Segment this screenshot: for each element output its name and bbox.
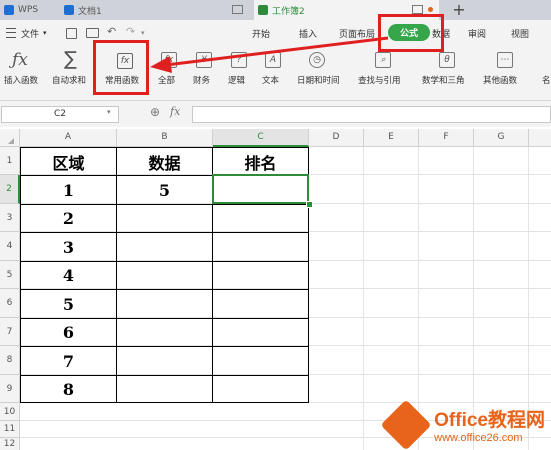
row-header-3[interactable]: 3 <box>0 204 20 232</box>
row-header-5[interactable]: 5 <box>0 261 20 289</box>
header-cell-region[interactable]: 区域 <box>21 148 117 176</box>
insert-function-button[interactable]: 插入函数 <box>4 74 38 86</box>
redo-icon[interactable]: ↷ <box>126 25 135 38</box>
table-cell[interactable] <box>117 319 213 347</box>
menu-tab-view[interactable]: 视图 <box>511 27 529 40</box>
new-tab-button[interactable]: + <box>450 0 468 20</box>
window-icon[interactable] <box>232 5 243 14</box>
column-header-D[interactable]: D <box>309 129 364 147</box>
name-box-chevron-icon[interactable]: ▾ <box>107 108 111 116</box>
table-cell[interactable] <box>117 205 213 233</box>
menu-tab-review[interactable]: 审阅 <box>468 27 486 40</box>
table-cell[interactable] <box>213 233 309 262</box>
fx-icon: ƒx <box>12 50 28 70</box>
column-header-G[interactable]: G <box>474 129 529 147</box>
table-cell[interactable] <box>117 233 213 262</box>
gridline <box>363 147 364 450</box>
tab-label: 工作簿2 <box>272 6 305 17</box>
watermark-url: www.office26.com <box>434 432 523 444</box>
title-bar: WPS 文档1 工作簿2 + <box>0 0 551 20</box>
fx-button[interactable]: fx <box>170 105 180 118</box>
row-header-1[interactable]: 1 <box>0 147 20 175</box>
table-cell[interactable] <box>213 347 309 376</box>
table-cell[interactable]: 7 <box>21 347 117 376</box>
select-all-triangle-icon <box>8 138 14 144</box>
hamburger-icon-bar <box>6 32 16 33</box>
column-header-A[interactable]: A <box>20 129 117 147</box>
autosum-button[interactable]: 自动求和 <box>52 74 86 86</box>
table-cell[interactable]: 5 <box>21 290 117 319</box>
print-icon[interactable] <box>86 28 99 38</box>
row-header-9[interactable]: 9 <box>0 375 20 403</box>
math-dropdown[interactable]: 数学和三角 <box>422 74 465 86</box>
column-header-B[interactable]: B <box>117 129 213 147</box>
header-cell-data[interactable]: 数据 <box>117 148 213 176</box>
row-header-4[interactable]: 4 <box>0 232 20 261</box>
fill-handle[interactable] <box>306 201 313 208</box>
row-header-7[interactable]: 7 <box>0 318 20 346</box>
table-cell[interactable] <box>213 290 309 319</box>
row-header-12[interactable]: 12 <box>0 438 20 450</box>
column-header-C[interactable]: C <box>213 129 309 147</box>
formula-input[interactable] <box>192 106 551 123</box>
math-icon: θ <box>439 52 455 68</box>
file-menu[interactable]: 文件 <box>21 27 39 40</box>
tab-document1[interactable]: 文档1 <box>60 0 250 20</box>
unsaved-dot-icon <box>428 7 433 12</box>
row-header-2[interactable]: 2 <box>0 175 20 204</box>
tab-wps[interactable]: WPS <box>0 0 52 20</box>
zoom-search-icon[interactable]: ⊕ <box>150 105 160 119</box>
tab-label: 文档1 <box>78 6 102 17</box>
window-icon[interactable] <box>412 5 423 14</box>
table-cell[interactable]: 1 <box>21 176 117 205</box>
name-box[interactable]: C2 <box>1 106 119 123</box>
row-header-11[interactable]: 11 <box>0 421 20 438</box>
other-functions-dropdown[interactable]: 其他函数 <box>483 74 517 86</box>
table-cell[interactable] <box>213 205 309 233</box>
watermark-brand: Office教程网 <box>434 410 545 431</box>
header-cell-rank[interactable]: 排名 <box>213 148 309 176</box>
annotation-arrow <box>150 36 389 73</box>
table-cell[interactable] <box>213 262 309 290</box>
hamburger-icon[interactable] <box>6 28 16 38</box>
undo-icon[interactable]: ↶ <box>107 25 116 38</box>
table-cell[interactable]: 5 <box>117 176 213 205</box>
watermark: Office教程网 www.office26.com <box>380 399 545 450</box>
table-cell[interactable]: 8 <box>21 376 117 403</box>
wps-logo-icon <box>4 5 14 15</box>
table-cell[interactable] <box>117 262 213 290</box>
file-menu-chevron-icon[interactable]: ▾ <box>43 29 47 37</box>
table-cell[interactable]: 6 <box>21 319 117 347</box>
save-icon[interactable] <box>66 28 77 39</box>
table-cell[interactable]: 3 <box>21 233 117 262</box>
name-manager-button[interactable]: 名 <box>542 74 551 86</box>
column-header-F[interactable]: F <box>419 129 474 147</box>
column-header-overflow <box>529 129 551 147</box>
selected-cell-C2[interactable] <box>212 174 309 204</box>
office-logo-icon <box>380 399 432 450</box>
row-header-6[interactable]: 6 <box>0 289 20 318</box>
table-cell[interactable] <box>213 376 309 403</box>
column-header-E[interactable]: E <box>364 129 419 147</box>
table-cell[interactable]: 4 <box>21 262 117 290</box>
writer-doc-icon <box>64 5 74 15</box>
table-cell[interactable] <box>117 290 213 319</box>
table-cell[interactable] <box>117 347 213 376</box>
table-cell[interactable] <box>117 376 213 403</box>
row-header-10[interactable]: 10 <box>0 403 20 421</box>
tab-label: WPS <box>18 5 39 15</box>
row-header-8[interactable]: 8 <box>0 346 20 375</box>
other-functions-icon: ⋯ <box>497 52 513 68</box>
sigma-icon: ∑ <box>64 48 77 70</box>
table-cell[interactable]: 2 <box>21 205 117 233</box>
spreadsheet-icon <box>258 5 268 15</box>
table-cell[interactable] <box>213 319 309 347</box>
